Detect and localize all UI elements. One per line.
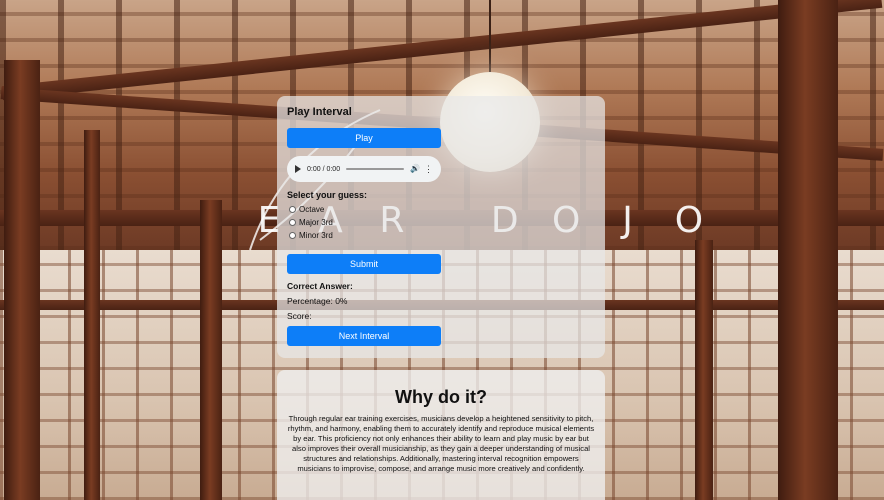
info-body: Through regular ear training exercises, …	[287, 414, 595, 473]
play-button[interactable]: Play	[287, 128, 441, 148]
option-minor-3rd[interactable]: Minor 3rd	[287, 229, 595, 242]
radio-button[interactable]	[289, 206, 296, 213]
wooden-post	[84, 130, 100, 500]
info-panel: Why do it? Through regular ear training …	[277, 370, 605, 500]
lamp-cord	[489, 0, 491, 74]
audio-player: 0:00 / 0:00 🔊 ⋮	[287, 156, 441, 182]
score-text: Score:	[287, 311, 312, 321]
audio-seek-bar[interactable]	[346, 168, 404, 170]
option-octave[interactable]: Octave	[287, 203, 595, 216]
more-vertical-icon[interactable]: ⋮	[424, 164, 433, 174]
audio-time: 0:00 / 0:00	[307, 165, 341, 173]
option-label: Major 3rd	[299, 218, 333, 227]
radio-button[interactable]	[289, 232, 296, 239]
play-icon[interactable]	[295, 165, 301, 173]
correct-answer-label: Correct Answer:	[287, 281, 353, 291]
quiz-title: Play Interval	[287, 106, 352, 118]
option-label: Octave	[299, 205, 325, 214]
wooden-post	[695, 240, 713, 500]
radio-button[interactable]	[289, 219, 296, 226]
wooden-post	[200, 200, 222, 500]
wooden-post	[778, 0, 838, 500]
quiz-panel: Play Interval Play 0:00 / 0:00 🔊 ⋮ Selec…	[277, 96, 605, 358]
wooden-post	[4, 60, 40, 500]
submit-button[interactable]: Submit	[287, 254, 441, 274]
guess-label: Select your guess:	[287, 190, 368, 200]
volume-icon[interactable]: 🔊	[410, 165, 420, 173]
next-interval-button[interactable]: Next Interval	[287, 326, 441, 346]
info-heading: Why do it?	[395, 387, 487, 407]
percentage-text: Percentage: 0%	[287, 296, 348, 306]
option-label: Minor 3rd	[299, 231, 333, 240]
option-major-3rd[interactable]: Major 3rd	[287, 216, 595, 229]
